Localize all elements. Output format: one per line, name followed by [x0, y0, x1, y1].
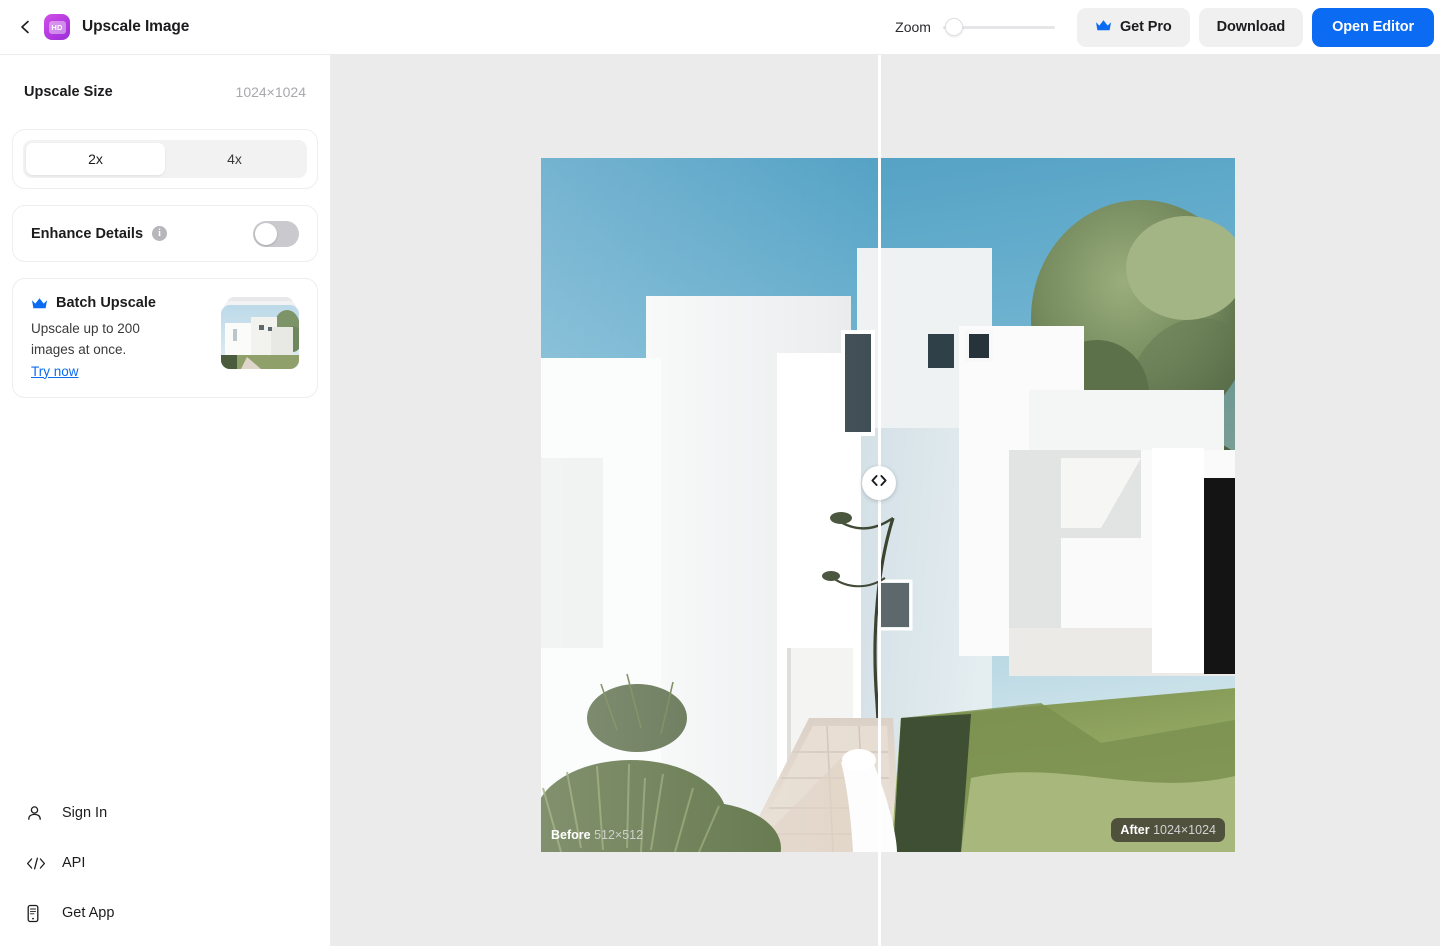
before-badge: Before 512×512	[551, 828, 643, 842]
enhance-details-label: Enhance Details	[31, 225, 144, 242]
after-label: After	[1120, 823, 1150, 837]
before-size: 512×512	[594, 828, 644, 842]
crown-icon	[1095, 19, 1112, 36]
zoom-label: Zoom	[895, 19, 931, 35]
scale-option-2x[interactable]: 2x	[26, 143, 165, 175]
batch-upscale-thumbnail-stack	[221, 297, 299, 369]
preview-image	[541, 158, 1235, 852]
enhance-details-card: Enhance Details i	[12, 205, 318, 262]
before-after-comparison: Before 512×512 After 1024×1024	[541, 158, 1235, 852]
download-button[interactable]: Download	[1198, 7, 1304, 47]
crown-icon	[31, 297, 48, 310]
batch-upscale-description: Upscale up to 200 images at once.	[31, 321, 140, 358]
app-icon-label: HD	[48, 20, 66, 34]
upscale-size-value: 1024×1024	[235, 84, 306, 100]
scale-segmented-control[interactable]: 2x 4x	[23, 140, 307, 178]
after-size: 1024×1024	[1153, 823, 1216, 837]
before-label: Before	[551, 828, 591, 842]
page-title: Upscale Image	[82, 18, 190, 35]
back-button[interactable]	[10, 12, 40, 42]
batch-upscale-title: Batch Upscale	[56, 295, 156, 311]
batch-upscale-text: Batch Upscale Upscale up to 200 images a…	[31, 295, 221, 381]
zoom-slider-handle[interactable]	[944, 18, 963, 36]
enhance-details-toggle[interactable]	[253, 220, 299, 247]
batch-upscale-try-now-link[interactable]: Try now	[31, 364, 79, 379]
code-icon	[26, 856, 48, 871]
scale-factor-card: 2x 4x	[12, 129, 318, 189]
phone-icon	[26, 904, 48, 923]
left-right-chevron-icon	[869, 474, 889, 492]
sidebar: Upscale Size 1024×1024 2x 4x Enhance Det…	[0, 55, 331, 946]
user-icon	[26, 805, 48, 822]
hd-upscale-app-icon: HD	[44, 14, 70, 40]
upscale-size-label: Upscale Size	[24, 84, 113, 100]
after-badge: After 1024×1024	[1111, 818, 1225, 842]
sidebar-item-get-app[interactable]: Get App	[0, 888, 331, 938]
batch-upscale-title-row: Batch Upscale	[31, 295, 221, 311]
chevron-left-icon	[18, 19, 32, 35]
sidebar-bottom-nav: Sign In API Get App	[0, 788, 331, 946]
sidebar-item-label: API	[62, 855, 86, 871]
comparison-divider-line[interactable]	[878, 55, 881, 946]
sidebar-item-api[interactable]: API	[0, 838, 331, 888]
enhance-details-label-group: Enhance Details i	[31, 225, 168, 242]
get-pro-button[interactable]: Get Pro	[1076, 7, 1190, 47]
preview-canvas: Before 512×512 After 1024×1024	[331, 55, 1440, 946]
comparison-slider-handle[interactable]	[862, 466, 896, 500]
info-icon[interactable]: i	[152, 226, 168, 241]
header-actions: Zoom Get Pro Download Open Editor	[895, 0, 1440, 54]
scale-option-4x[interactable]: 4x	[165, 143, 304, 175]
batch-upscale-card[interactable]: Batch Upscale Upscale up to 200 images a…	[12, 278, 318, 398]
app-header: HD Upscale Image Zoom Get Pro Download O…	[0, 0, 1440, 55]
batch-upscale-thumbnail	[221, 305, 299, 369]
sidebar-item-label: Sign In	[62, 805, 108, 821]
zoom-slider[interactable]	[942, 17, 1055, 37]
open-editor-label: Open Editor	[1332, 19, 1414, 35]
sidebar-item-sign-in[interactable]: Sign In	[0, 788, 331, 838]
toggle-knob	[255, 222, 277, 245]
download-label: Download	[1216, 19, 1286, 35]
get-pro-label: Get Pro	[1119, 19, 1172, 35]
open-editor-button[interactable]: Open Editor	[1312, 7, 1434, 47]
sidebar-item-label: Get App	[62, 905, 115, 921]
upscale-size-row: Upscale Size 1024×1024	[0, 55, 330, 129]
